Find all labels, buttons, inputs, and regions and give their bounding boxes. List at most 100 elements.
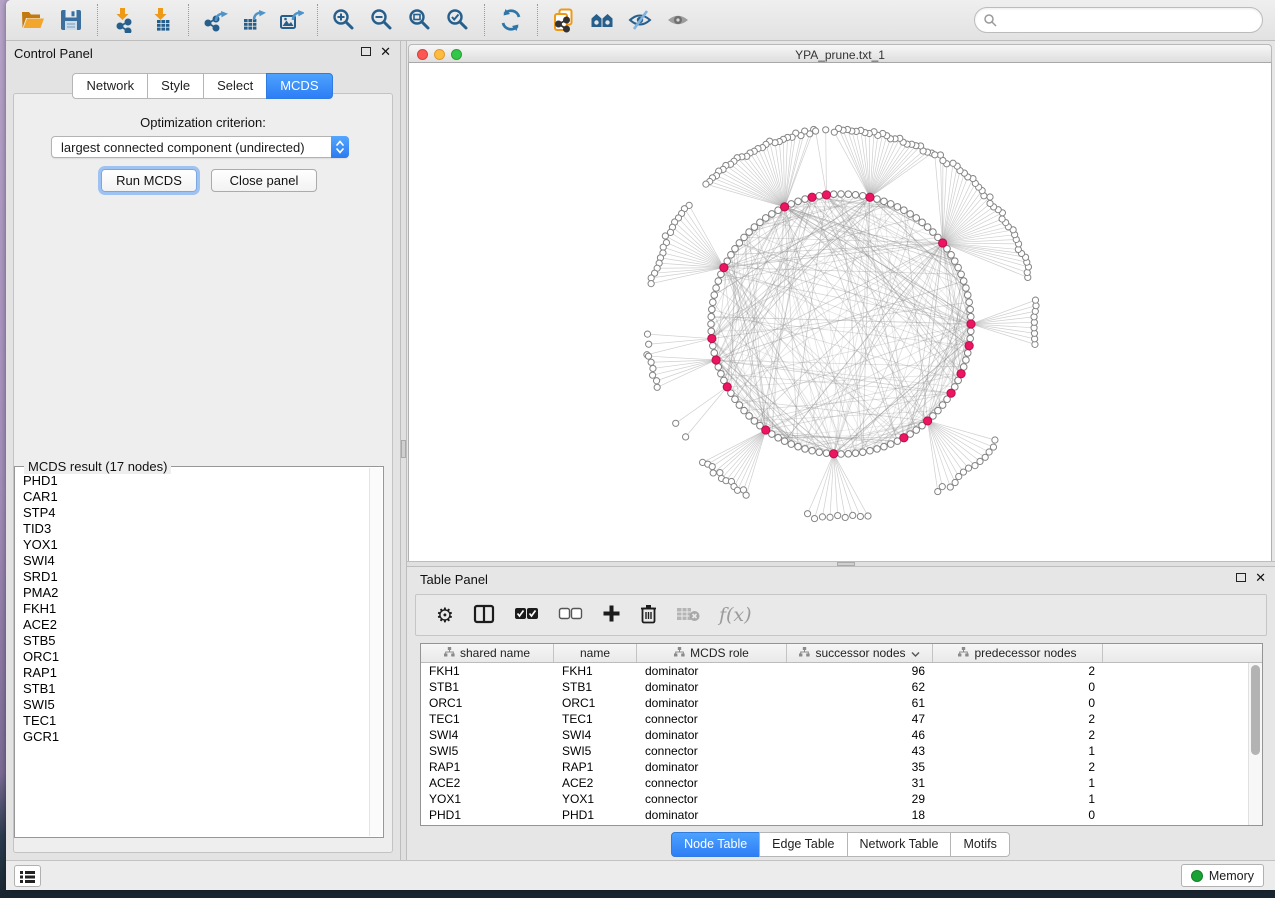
satellite-node[interactable] <box>811 515 817 521</box>
network-node[interactable] <box>732 396 739 403</box>
mcds-node[interactable] <box>947 389 955 397</box>
network-node[interactable] <box>795 198 802 205</box>
select-all-button[interactable] <box>514 607 539 623</box>
network-node[interactable] <box>967 306 974 313</box>
mcds-node[interactable] <box>822 191 830 199</box>
import-network-button[interactable] <box>105 3 143 37</box>
satellite-node[interactable] <box>865 513 871 519</box>
satellite-node[interactable] <box>662 233 668 239</box>
network-node[interactable] <box>728 252 735 259</box>
tab-edge-table[interactable]: Edge Table <box>759 832 847 857</box>
table-row[interactable]: PHD1PHD1dominator180 <box>421 807 1262 823</box>
deselect-all-button[interactable] <box>558 607 583 623</box>
search-box[interactable] <box>974 7 1263 33</box>
mcds-result-item[interactable]: FKH1 <box>16 601 369 617</box>
network-node[interactable] <box>913 215 920 222</box>
network-node[interactable] <box>845 191 852 198</box>
network-node[interactable] <box>894 204 901 211</box>
mcds-node[interactable] <box>808 193 816 201</box>
add-row-button[interactable] <box>602 604 621 626</box>
mcds-result-item[interactable]: SWI5 <box>16 697 369 713</box>
satellite-node[interactable] <box>673 420 679 426</box>
network-node[interactable] <box>736 240 743 247</box>
vertical-splitter-grip[interactable] <box>401 440 406 458</box>
network-node[interactable] <box>901 207 908 214</box>
mcds-node[interactable] <box>762 426 770 434</box>
network-node[interactable] <box>830 191 837 198</box>
open-session-button[interactable] <box>14 3 52 37</box>
zoom-selected-button[interactable] <box>439 3 477 37</box>
table-scrollbar[interactable] <box>1248 663 1262 825</box>
network-node[interactable] <box>788 441 795 448</box>
satellite-node[interactable] <box>935 488 941 494</box>
close-panel-icon[interactable]: ✕ <box>1255 572 1266 583</box>
network-node[interactable] <box>709 306 716 313</box>
network-node[interactable] <box>951 258 958 265</box>
satellite-node[interactable] <box>932 152 938 158</box>
network-node[interactable] <box>775 434 782 441</box>
mcds-node[interactable] <box>900 434 908 442</box>
network-node[interactable] <box>963 357 970 364</box>
mcds-result-list[interactable]: PHD1CAR1STP4TID3YOX1SWI4SRD1PMA2FKH1ACE2… <box>16 473 369 836</box>
task-history-button[interactable] <box>14 865 41 887</box>
mcds-node[interactable] <box>723 383 731 391</box>
mcds-result-item[interactable]: TID3 <box>16 521 369 537</box>
network-node[interactable] <box>711 350 718 357</box>
mcds-list-scrollbar[interactable] <box>369 468 382 836</box>
optimization-criterion-select[interactable]: largest connected component (undirected) <box>51 136 349 158</box>
satellite-node[interactable] <box>649 372 655 378</box>
satellite-node[interactable] <box>648 281 654 287</box>
network-node[interactable] <box>757 219 764 226</box>
network-node[interactable] <box>713 285 720 292</box>
zoom-out-button[interactable] <box>363 3 401 37</box>
network-graph[interactable] <box>409 63 1273 561</box>
mcds-node[interactable] <box>830 450 838 458</box>
export-network-button[interactable] <box>196 3 234 37</box>
network-node[interactable] <box>816 449 823 456</box>
network-node[interactable] <box>955 264 962 271</box>
run-mcds-button[interactable]: Run MCDS <box>101 169 197 192</box>
network-node[interactable] <box>711 292 718 299</box>
column-header-name[interactable]: name <box>554 644 637 662</box>
network-node[interactable] <box>966 299 973 306</box>
network-node[interactable] <box>859 193 866 200</box>
table-settings-button[interactable]: ⚙ <box>436 605 454 625</box>
satellite-node[interactable] <box>827 514 833 520</box>
network-node[interactable] <box>710 299 717 306</box>
network-node[interactable] <box>708 321 715 328</box>
table-row[interactable]: YOX1YOX1connector291 <box>421 791 1262 807</box>
float-window-icon[interactable] <box>1236 573 1246 582</box>
save-session-button[interactable] <box>52 3 90 37</box>
network-node[interactable] <box>838 191 845 198</box>
satellite-node[interactable] <box>645 353 651 359</box>
network-window-titlebar[interactable]: YPA_prune.txt_1 <box>408 44 1272 63</box>
search-input[interactable] <box>997 10 1262 30</box>
network-node[interactable] <box>809 447 816 454</box>
network-node[interactable] <box>852 192 859 199</box>
memory-button[interactable]: Memory <box>1181 864 1264 887</box>
mcds-result-item[interactable]: SRD1 <box>16 569 369 585</box>
mcds-node[interactable] <box>708 334 716 342</box>
satellite-node[interactable] <box>646 341 652 347</box>
network-node[interactable] <box>823 450 830 457</box>
mcds-node[interactable] <box>866 193 874 201</box>
network-node[interactable] <box>802 196 809 203</box>
network-node[interactable] <box>852 450 859 457</box>
column-header-shared-name[interactable]: shared name <box>421 644 554 662</box>
network-node[interactable] <box>762 215 769 222</box>
satellite-node[interactable] <box>819 514 825 520</box>
network-node[interactable] <box>967 328 974 335</box>
mcds-result-item[interactable]: PHD1 <box>16 473 369 489</box>
network-node[interactable] <box>741 234 748 241</box>
mcds-node[interactable] <box>712 356 720 364</box>
mcds-node[interactable] <box>720 263 728 271</box>
satellite-node[interactable] <box>648 359 654 365</box>
network-node[interactable] <box>746 413 753 420</box>
table-row[interactable]: ORC1ORC1dominator610 <box>421 695 1262 711</box>
satellite-node[interactable] <box>650 365 656 371</box>
network-node[interactable] <box>746 229 753 236</box>
mcds-result-item[interactable]: SWI4 <box>16 553 369 569</box>
clone-network-button[interactable] <box>545 3 583 37</box>
mcds-node[interactable] <box>957 370 965 378</box>
network-node[interactable] <box>935 407 942 414</box>
